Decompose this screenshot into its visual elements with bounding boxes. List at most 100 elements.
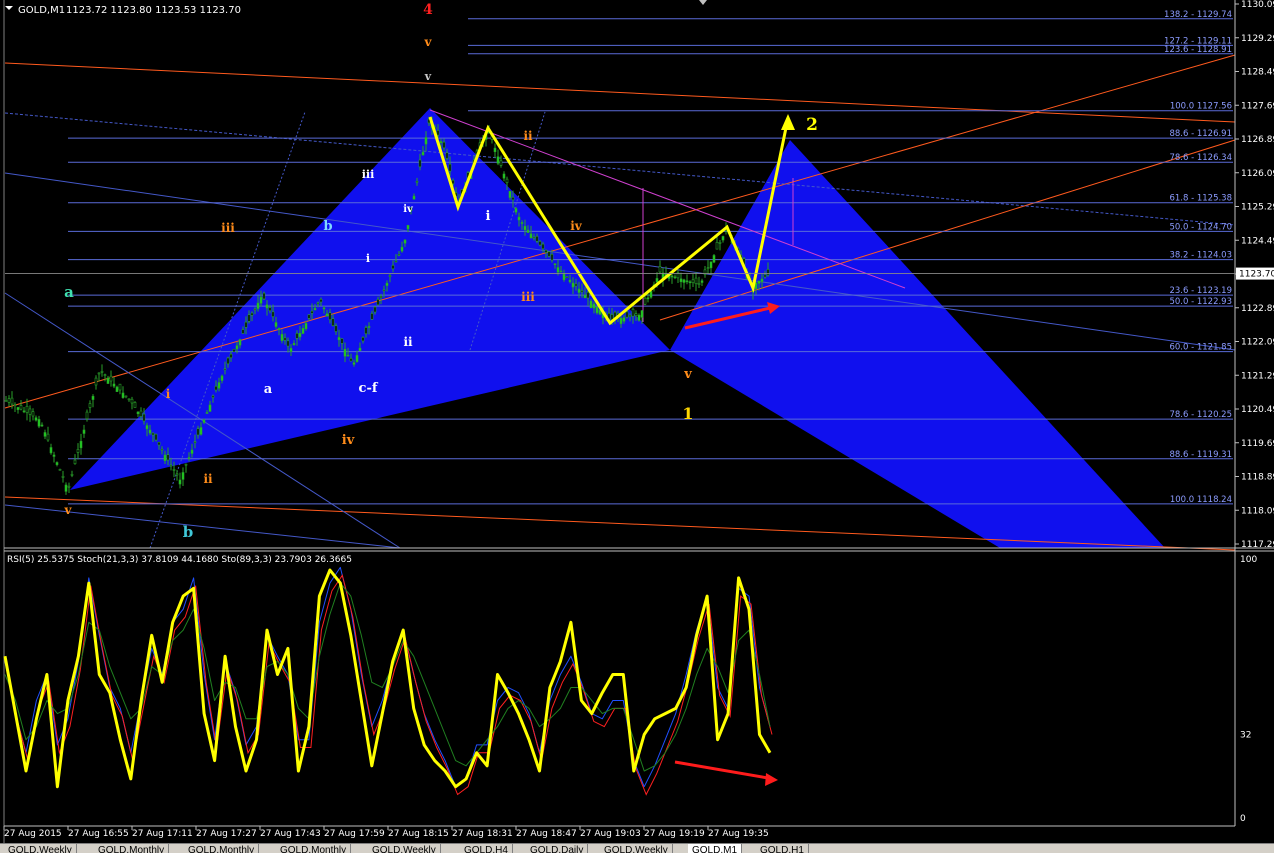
candle-body: [166, 454, 170, 461]
candle-body: [643, 297, 647, 305]
price-tick-label: 1118.09: [1241, 506, 1274, 516]
candle-body: [16, 407, 20, 410]
candle-body: [106, 377, 110, 384]
candle-body: [205, 412, 209, 414]
candle-body: [256, 302, 260, 309]
candle-body: [100, 371, 104, 373]
candle-body: [241, 329, 245, 334]
wave-label: i: [166, 387, 171, 401]
candle-body: [43, 432, 47, 437]
candle-body: [493, 147, 497, 153]
candle-body: [91, 395, 95, 400]
candle-body: [694, 277, 698, 285]
wave-label: 2: [806, 115, 818, 135]
wave-label: v: [424, 35, 433, 49]
candle-body: [646, 297, 650, 300]
time-tick-label: 27 Aug 17:11: [132, 829, 193, 839]
candle-body: [328, 312, 332, 320]
candle-body: [511, 196, 515, 201]
candle-body: [721, 236, 725, 241]
price-tick-label: 1119.69: [1241, 439, 1274, 449]
candle-body: [181, 472, 185, 480]
candle-body: [364, 327, 368, 335]
candle-body: [94, 377, 98, 386]
candle-body: [283, 337, 287, 341]
candle-body: [436, 130, 440, 136]
candle-body: [520, 222, 524, 224]
candle-body: [547, 251, 551, 257]
wave-label: iii: [221, 221, 235, 235]
ohlc-values: 1123.72 1123.80 1123.53 1123.70: [66, 5, 241, 16]
candle-body: [139, 410, 143, 417]
price-tick-label: 1122.89: [1241, 304, 1274, 314]
candle-body: [331, 318, 335, 326]
candle-body: [502, 173, 506, 179]
candle-body: [574, 283, 578, 287]
candle-body: [712, 255, 716, 263]
wave-label: a: [64, 283, 74, 301]
candle-body: [622, 317, 626, 322]
candle-body: [625, 311, 629, 318]
candle-body: [418, 159, 422, 168]
wave-label: iii: [521, 290, 535, 304]
candle-body: [508, 190, 512, 198]
candle-body: [199, 427, 203, 435]
candle-body: [343, 348, 347, 357]
candle-body: [79, 440, 83, 449]
candle-body: [706, 267, 710, 269]
trading-chart[interactable]: 138.2 - 1129.74127.2 - 1129.11123.6 - 11…: [0, 0, 1274, 843]
candle-body: [115, 386, 119, 392]
candle-body: [397, 254, 401, 256]
candle-body: [700, 280, 704, 283]
candle-body: [349, 358, 353, 362]
candle-body: [517, 216, 521, 221]
candle-body: [157, 441, 161, 446]
time-tick-label: 27 Aug 17:27: [196, 829, 257, 839]
candle-body: [262, 292, 266, 300]
candle-body: [580, 290, 584, 293]
candle-body: [448, 163, 452, 172]
candle-body: [553, 263, 557, 266]
fib-label: 60.0 - 1121.85: [1169, 343, 1232, 353]
candle-body: [496, 156, 500, 164]
candle-body: [28, 408, 32, 415]
candle-body: [280, 333, 284, 342]
wave-label: i: [486, 209, 491, 224]
candle-body: [424, 137, 428, 145]
price-tick-label: 1125.29: [1241, 203, 1274, 213]
wave-label: ii: [203, 472, 213, 486]
candle-body: [394, 260, 398, 263]
fib-label: 50.0 - 1124.70: [1169, 222, 1232, 232]
candle-body: [82, 429, 86, 434]
candle-body: [388, 275, 392, 277]
candle-body: [439, 141, 443, 144]
candle-body: [634, 313, 638, 316]
fib-label: 123.6 - 1128.91: [1164, 45, 1232, 55]
candle-body: [127, 398, 131, 401]
candle-body: [88, 403, 92, 408]
price-tick-label: 1130.09: [1241, 0, 1274, 10]
candle-body: [85, 411, 89, 420]
symbol-timeframe: GOLD,M1: [18, 5, 65, 16]
candle-body: [277, 328, 281, 330]
candle-body: [52, 454, 56, 457]
candle-body: [184, 463, 188, 466]
fib-label: 78.6 - 1120.25: [1169, 410, 1232, 420]
candle-body: [400, 246, 404, 252]
candle-body: [628, 314, 632, 317]
candle-body: [220, 375, 224, 381]
candle-body: [148, 429, 152, 434]
candle-body: [301, 328, 305, 334]
time-tick-label: 27 Aug 17:59: [324, 829, 385, 839]
candle-body: [577, 288, 581, 293]
candle-body: [193, 441, 197, 444]
time-tick-label: 27 Aug 2015: [4, 829, 62, 839]
fib-label: 88.6 - 1126.91: [1169, 129, 1232, 139]
candle-body: [223, 368, 227, 371]
wave-label: a: [264, 382, 273, 397]
candle-body: [175, 473, 179, 476]
candle-body: [688, 281, 692, 284]
candle-body: [229, 353, 233, 359]
candle-body: [412, 195, 416, 200]
candle-body: [49, 447, 53, 454]
